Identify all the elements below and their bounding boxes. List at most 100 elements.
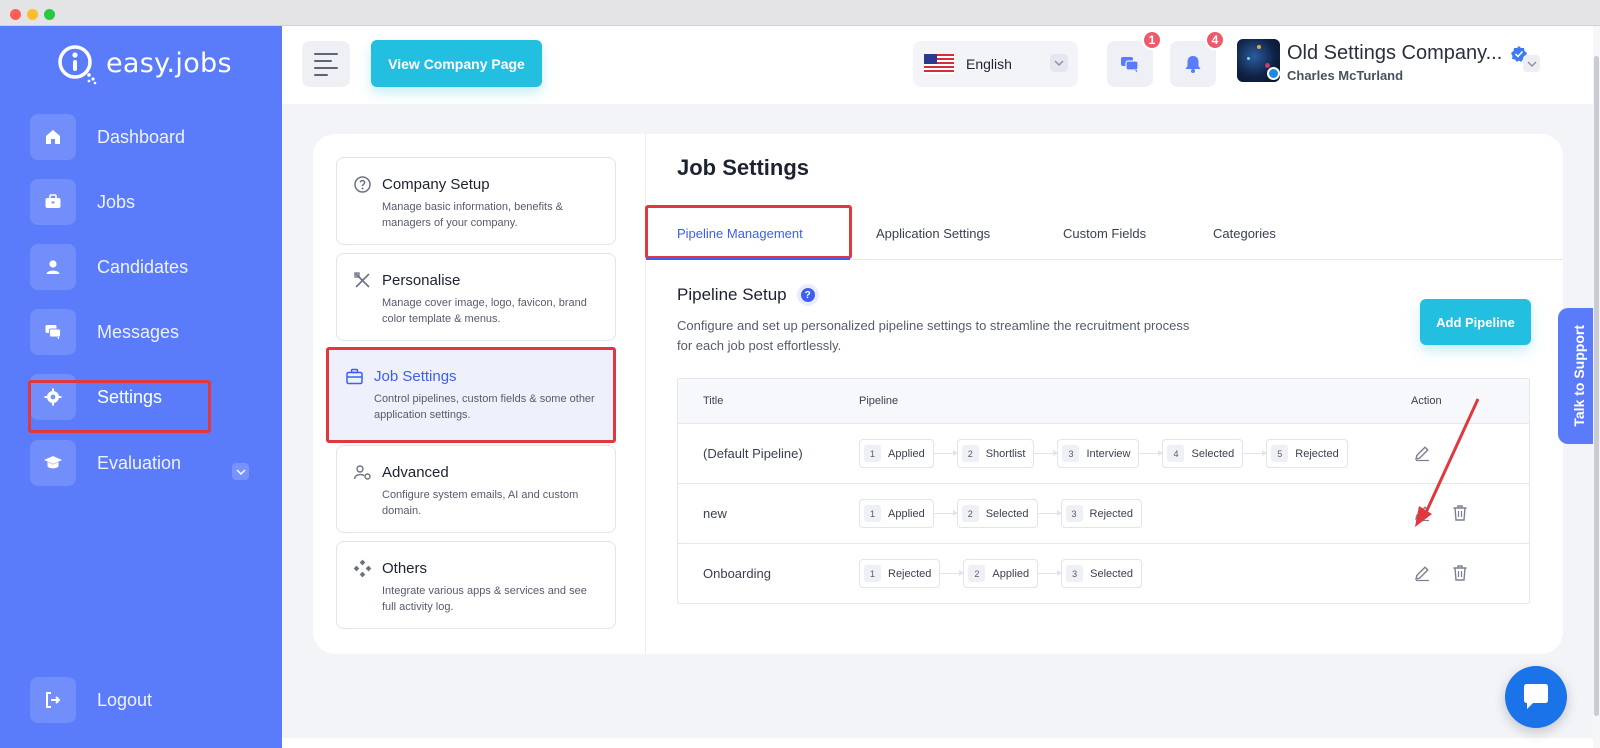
stage-connector-arrow <box>1037 510 1062 516</box>
menu-title: Others <box>382 560 428 577</box>
pipeline-stage: 2 Applied <box>963 559 1039 588</box>
pipeline-setup-description: Configure and set up personalized pipeli… <box>677 318 1190 353</box>
avatar-detail <box>1267 67 1280 80</box>
table-row: (Default Pipeline) 1 Applied 2 Shortlist 3 Int… <box>678 424 1529 484</box>
stage-number: 3 <box>1062 445 1080 462</box>
stage-number: 3 <box>1066 565 1084 582</box>
company-avatar[interactable] <box>1237 39 1280 82</box>
pipeline-title: Onboarding <box>703 566 771 581</box>
stage-number: 2 <box>968 565 986 582</box>
hamburger-line <box>314 59 332 62</box>
messages-button[interactable]: 1 <box>1107 30 1162 87</box>
language-value: English <box>966 56 1012 72</box>
sidebar-item-jobs[interactable]: Jobs <box>30 178 210 226</box>
stage-number: 1 <box>864 445 881 462</box>
stage-label: Applied <box>888 447 925 460</box>
language-select[interactable]: English <box>913 41 1078 87</box>
table-header: Title Pipeline Action <box>678 379 1529 424</box>
logo-text: easy.jobs <box>106 47 232 79</box>
chat-bubble-icon <box>1524 684 1548 709</box>
home-icon <box>30 114 76 160</box>
stage-number: 4 <box>1167 445 1185 462</box>
graduation-cap-icon <box>30 440 76 486</box>
user-name: Charles McTurland <box>1287 68 1404 83</box>
pipeline-title: new <box>703 506 727 521</box>
pipeline-stage: 3 Interview <box>1057 439 1140 468</box>
close-window-button[interactable] <box>10 9 21 20</box>
stage-label: Rejected <box>1089 507 1133 520</box>
table-row: Onboarding 1 Rejected 2 Applied 3 Selected <box>678 544 1529 604</box>
company-name-row: Old Settings Company... <box>1287 42 1547 65</box>
edit-icon[interactable] <box>1412 563 1432 583</box>
avatar-detail <box>1247 57 1250 60</box>
trash-icon[interactable] <box>1450 563 1470 583</box>
help-glyph: ? <box>800 288 815 302</box>
top-header: View Company Page English 1 4 Old Settin… <box>282 26 1600 104</box>
settings-card: Company Setup Manage basic information, … <box>313 134 1563 654</box>
column-header-title: Title <box>703 395 724 407</box>
pipeline-setup-heading: Pipeline Setup ? <box>677 284 819 306</box>
settings-menu-job-settings[interactable]: Job Settings Control pipelines, custom f… <box>326 347 616 443</box>
company-info[interactable]: Old Settings Company... Charles McTurlan… <box>1287 42 1547 83</box>
stage-connector-arrow <box>1139 450 1164 456</box>
stage-connector-arrow <box>1034 450 1059 456</box>
logout-icon <box>30 677 76 723</box>
stage-connector-arrow <box>940 570 965 576</box>
settings-menu-advanced[interactable]: Advanced Configure system emails, AI and… <box>336 445 616 533</box>
sidebar-item-logout[interactable]: Logout <box>30 676 210 724</box>
row-actions <box>1412 563 1470 583</box>
chevron-down-icon[interactable] <box>1523 55 1540 72</box>
annotation-arrow-icon <box>1415 398 1480 527</box>
settings-menu-others[interactable]: Others Integrate various apps & services… <box>336 541 616 629</box>
brand-logo[interactable]: easy.jobs <box>56 43 232 85</box>
tab-application-settings[interactable]: Application Settings <box>876 226 990 241</box>
pipeline-setup-title: Pipeline Setup <box>677 285 787 304</box>
window-titlebar <box>0 0 1600 26</box>
sidebar-item-label: Logout <box>97 689 153 710</box>
pipeline-stage: 2 Shortlist <box>956 439 1035 468</box>
pipeline-stage: 3 Rejected <box>1060 499 1142 528</box>
pipeline-title: (Default Pipeline) <box>703 446 803 461</box>
tab-categories[interactable]: Categories <box>1213 226 1276 241</box>
live-chat-button[interactable] <box>1505 666 1567 728</box>
sidebar-item-evaluation[interactable]: Evaluation <box>30 439 210 487</box>
user-icon <box>30 244 76 290</box>
briefcase-icon <box>346 368 363 385</box>
chevron-down-icon[interactable] <box>232 463 249 480</box>
sidebar-item-label: Jobs <box>97 191 136 212</box>
view-company-page-button[interactable]: View Company Page <box>371 40 542 87</box>
sidebar-item-label: Evaluation <box>97 452 182 473</box>
briefcase-icon <box>30 179 76 225</box>
sidebar-item-dashboard[interactable]: Dashboard <box>30 113 210 161</box>
help-icon[interactable]: ? <box>796 284 819 306</box>
pipeline-stage: 4 Selected <box>1162 439 1244 468</box>
user-gear-icon <box>353 465 371 480</box>
chat-icon <box>30 309 76 355</box>
sidebar-item-messages[interactable]: Messages <box>30 308 210 356</box>
avatar-detail <box>1257 45 1261 49</box>
maximize-window-button[interactable] <box>44 9 55 20</box>
stage-label: Selected <box>1090 567 1133 580</box>
add-pipeline-button[interactable]: Add Pipeline <box>1420 299 1531 345</box>
stage-label: Rejected <box>888 567 932 580</box>
pipeline-stages: 1 Rejected 2 Applied 3 Selected <box>859 559 1142 588</box>
settings-menu-personalise[interactable]: Personalise Manage cover image, logo, fa… <box>336 253 616 341</box>
bell-icon <box>1185 56 1201 73</box>
sidebar-item-candidates[interactable]: Candidates <box>30 243 210 291</box>
pipeline-stage: 3 Selected <box>1061 559 1142 588</box>
menu-description: Configure system emails, AI and custom d… <box>382 489 579 517</box>
hamburger-line <box>314 73 328 76</box>
tab-pipeline-management[interactable]: Pipeline Management <box>677 226 803 241</box>
minimize-window-button[interactable] <box>27 9 38 20</box>
scrollbar-thumb[interactable] <box>1594 56 1599 716</box>
sidebar-item-label: Dashboard <box>97 126 186 147</box>
settings-menu-company-setup[interactable]: Company Setup Manage basic information, … <box>336 157 616 245</box>
stage-number: 1 <box>864 565 881 582</box>
notifications-button[interactable]: 4 <box>1170 30 1225 87</box>
notifications-badge: 4 <box>1205 30 1225 50</box>
design-tools-icon <box>354 272 370 288</box>
stage-label: Selected <box>985 507 1029 520</box>
menu-toggle-button[interactable] <box>302 41 350 87</box>
menu-description: Manage basic information, benefits & man… <box>382 201 563 229</box>
tab-custom-fields[interactable]: Custom Fields <box>1063 226 1146 241</box>
